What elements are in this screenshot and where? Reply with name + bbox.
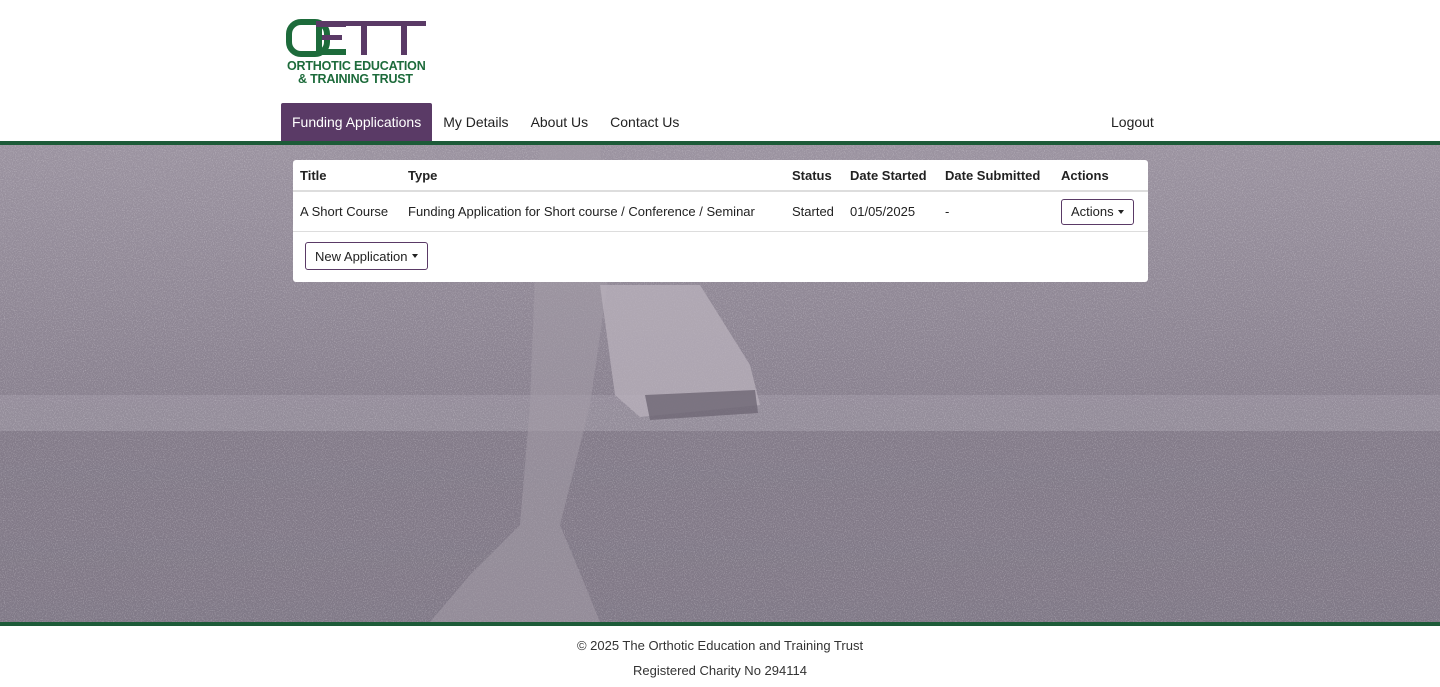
actions-dropdown-button[interactable]: Actions: [1061, 198, 1134, 225]
cell-title: A Short Course: [293, 191, 401, 232]
cell-type: Funding Application for Short course / C…: [401, 191, 785, 232]
oett-logo-mark: [286, 19, 426, 57]
caret-down-icon: [411, 254, 418, 258]
applications-panel: Title Type Status Date Started Date Subm…: [293, 160, 1148, 282]
logo-text-line1: ORTHOTIC EDUCATION: [287, 59, 426, 73]
nav-funding-applications[interactable]: Funding Applications: [281, 103, 433, 141]
new-application-button[interactable]: New Application: [305, 242, 428, 270]
caret-down-icon: [1117, 209, 1124, 214]
site-header: ORTHOTIC EDUCATION & TRAINING TRUST Fund…: [0, 0, 1440, 141]
logout-link[interactable]: Logout: [1111, 103, 1154, 141]
new-application-label: New Application: [315, 248, 408, 264]
nav-about-us[interactable]: About Us: [520, 103, 600, 141]
cell-date-started: 01/05/2025: [843, 191, 938, 232]
col-status: Status: [785, 160, 843, 192]
col-title: Title: [293, 160, 401, 192]
cell-actions: Actions: [1054, 191, 1148, 232]
col-type: Type: [401, 160, 785, 192]
table-header-row: Title Type Status Date Started Date Subm…: [293, 160, 1148, 192]
footer-copyright: © 2025 The Orthotic Education and Traini…: [576, 638, 864, 653]
cell-date-submitted: -: [938, 191, 1054, 232]
actions-button-label: Actions: [1071, 204, 1114, 219]
table-row: A Short Course Funding Application for S…: [293, 191, 1148, 232]
applications-table: Title Type Status Date Started Date Subm…: [293, 160, 1148, 232]
oett-logo[interactable]: ORTHOTIC EDUCATION & TRAINING TRUST: [286, 18, 430, 88]
col-actions: Actions: [1054, 160, 1148, 192]
col-date-started: Date Started: [843, 160, 938, 192]
main-nav: Funding Applications My Details About Us…: [281, 103, 690, 141]
logo-text-line2: & TRAINING TRUST: [298, 72, 413, 86]
footer-charity-number: Registered Charity No 294114: [633, 663, 807, 678]
site-footer: © 2025 The Orthotic Education and Traini…: [0, 626, 1440, 687]
cell-status: Started: [785, 191, 843, 232]
nav-my-details[interactable]: My Details: [432, 103, 519, 141]
col-date-submitted: Date Submitted: [938, 160, 1054, 192]
nav-contact-us[interactable]: Contact Us: [599, 103, 690, 141]
